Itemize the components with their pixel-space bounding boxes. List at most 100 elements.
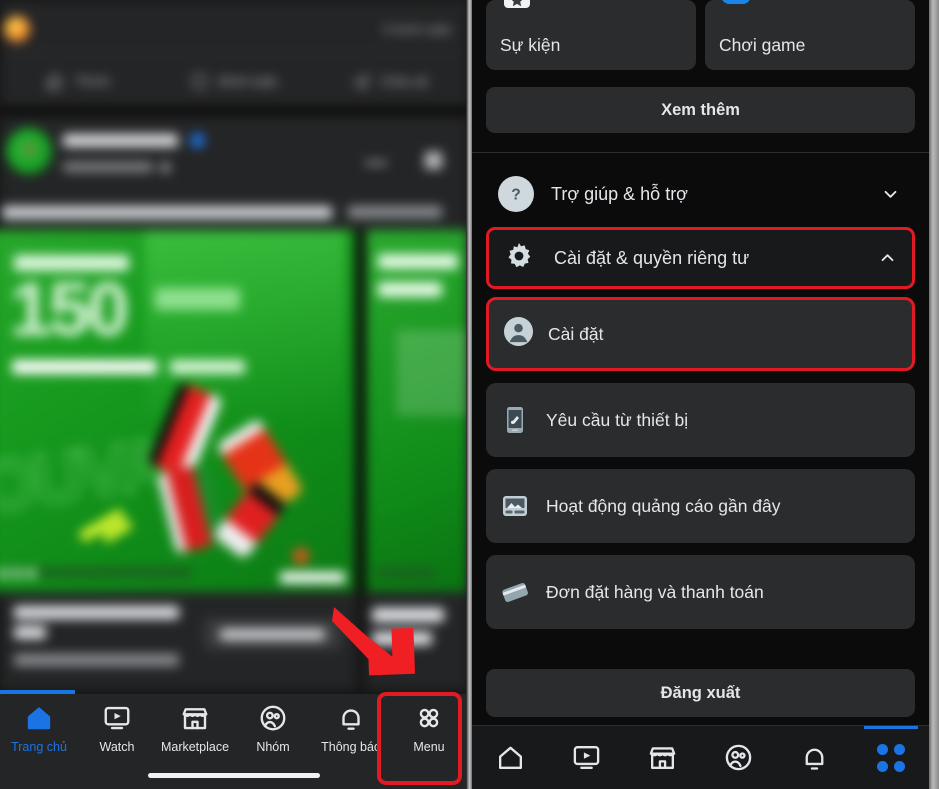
ad-card-primary[interactable]: 150 OUVA [0,230,355,592]
nav2-item-watch[interactable] [548,726,624,789]
divider [8,52,460,53]
ad-card-gap [356,230,366,592]
screen: 5 bình luận Thích Bình luận Chia sẻ 150 … [0,0,939,789]
close-icon[interactable] [425,152,442,169]
comment-button[interactable]: Bình luận [156,72,312,91]
nav-item-marketplace[interactable]: Marketplace [156,703,234,754]
tile-events[interactable]: Sự kiện [486,0,696,70]
screen-right-edge [929,0,939,789]
comment-count: 5 bình luận [383,22,452,37]
ad-subline-a [12,360,157,374]
like-label: Thích [74,73,110,89]
tile-games[interactable]: Chơi game [705,0,915,70]
ad-carousel: 150 OUVA [0,230,468,592]
nav-label-menu: Menu [413,740,445,754]
svg-text:?: ? [511,187,521,204]
ad2-qr-code [396,330,468,416]
row-help-label: Trợ giúp & hỗ trợ [551,183,688,204]
right-bottom-nav [472,725,929,789]
active-tab-indicator [863,726,919,729]
home-icon [498,746,522,769]
question-circle-icon: ? [498,176,534,212]
nav-item-notifications[interactable]: Thông báo [312,703,390,754]
verified-badge [190,133,205,148]
watch-icon [104,706,130,730]
comment-label: Bình luận [218,73,279,89]
globe-icon [160,162,171,173]
ad-badges [0,566,44,579]
feed-gap [0,106,468,116]
chevron-down-icon[interactable] [882,186,899,203]
menu-scroll-area[interactable]: Sự kiện Chơi game Xem thêm ? Trợ giúp & … [472,0,929,725]
nav2-item-groups[interactable] [701,726,777,789]
ad2-progress-bar [376,568,436,577]
menu-item-device-requests[interactable]: Yêu cầu từ thiết bị [486,383,915,457]
comment-icon [191,73,208,89]
device-request-icon [507,407,523,433]
like-button[interactable]: Thích [0,72,156,91]
ad-unit-text [155,288,240,310]
menu-item-recent-ad-activity-label: Hoạt động quảng cáo gần đây [546,495,781,516]
post-comment-bar: 5 bình luận [0,0,468,56]
recent-ad-activity-icon [503,496,527,516]
facebook-feed-pane: 5 bình luận Thích Bình luận Chia sẻ 150 … [0,0,468,789]
page-avatar[interactable] [6,128,52,174]
menu-grid-icon [419,708,439,728]
menu-grid-icon [876,743,905,772]
row-help-and-support[interactable]: ? Trợ giúp & hỗ trợ [486,163,915,225]
page-name [63,134,178,147]
chevron-up-icon[interactable] [879,250,896,267]
ad-card-secondary[interactable] [366,230,468,592]
ad-logo-dot [293,548,309,564]
more-options-icon[interactable] [365,161,387,165]
ad-brand-name [280,572,345,583]
share-icon [352,73,370,91]
post-header [0,116,468,230]
ad-cta-button[interactable] [204,618,341,650]
shortcut-tiles: Sự kiện Chơi game [472,0,929,70]
post-action-bar: Thích Bình luận Chia sẻ [0,56,468,106]
ad-product-cans [130,381,330,560]
nav2-item-menu[interactable] [853,726,929,789]
bell-icon [805,748,824,770]
row-settings-and-privacy[interactable]: Cài đặt & quyền riêng tư [486,227,915,289]
ad2-headline-b [378,282,442,297]
nav-item-watch[interactable]: Watch [78,703,156,754]
share-label: Chia sẻ [380,73,429,89]
logout-button[interactable]: Đăng xuất [486,669,915,717]
like-icon [47,72,63,89]
nav2-item-home[interactable] [472,726,548,789]
ad-footer-primary [0,592,356,690]
post-text [2,206,332,219]
nav2-item-marketplace[interactable] [624,726,700,789]
subrow-settings-label: Cài đặt [548,323,604,344]
calendar-star-icon [504,0,530,8]
post-see-more[interactable] [348,206,442,218]
nav-label-marketplace: Marketplace [160,740,230,754]
subrow-settings[interactable]: Cài đặt [486,297,915,371]
gear-icon [501,238,537,279]
groups-icon [260,705,286,731]
can-3 [156,461,228,555]
menu-item-device-requests-label: Yêu cầu từ thiết bị [546,409,689,430]
payment-card-icon [502,582,528,602]
share-button[interactable]: Chia sẻ [312,72,468,91]
nav2-item-notifications[interactable] [777,726,853,789]
row-settings-label: Cài đặt & quyền riêng tư [554,247,750,268]
bell-icon [342,709,360,730]
home-indicator-bar [148,773,320,778]
ad-footer-title-a [14,606,179,619]
menu-item-recent-ad-activity[interactable]: Hoạt động quảng cáo gần đây [486,469,915,543]
nav-label-notifications: Thông báo [321,740,381,754]
nav-item-home[interactable]: Trang chủ [0,703,78,754]
nav-label-watch: Watch [99,740,135,754]
marketplace-icon [182,708,208,730]
nav-label-home: Trang chủ [11,740,67,754]
see-more-button[interactable]: Xem thêm [486,87,915,133]
nav-item-menu[interactable]: Menu [390,703,468,754]
menu-item-orders-and-payments[interactable]: Đơn đặt hàng và thanh toán [486,555,915,629]
ad-big-number: 150 [9,267,130,351]
menu-item-orders-and-payments-label: Đơn đặt hàng và thanh toán [546,581,764,602]
nav-item-groups[interactable]: Nhóm [234,703,312,754]
groups-icon [725,744,752,771]
